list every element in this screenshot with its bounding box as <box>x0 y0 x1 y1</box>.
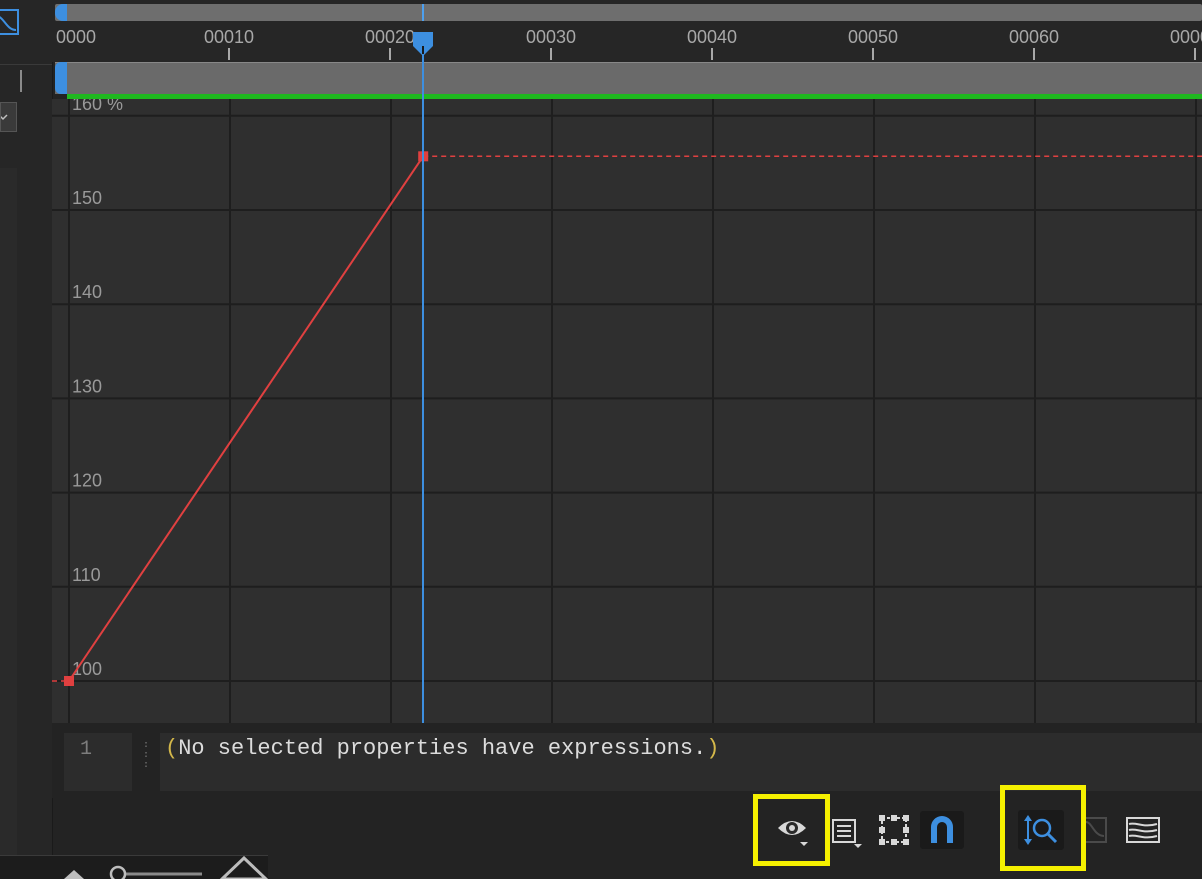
ruler-tick <box>711 48 713 60</box>
y-axis-label: 130 <box>72 376 102 396</box>
ruler-label: 00040 <box>686 27 738 47</box>
graph-grid <box>52 99 1202 723</box>
time-navigator-start-handle[interactable] <box>55 4 67 21</box>
y-axis-label: 110 <box>72 565 101 585</box>
ruler-tick <box>1194 48 1196 60</box>
snap-button[interactable] <box>917 806 967 854</box>
expression-message: (No selected properties have expressions… <box>165 736 720 761</box>
ruler-tick <box>1033 48 1035 60</box>
chevron-down-icon <box>0 114 8 121</box>
graph-editor-toggle-icon[interactable] <box>0 8 20 36</box>
fit-all-icon <box>1126 817 1160 843</box>
zoom-in-icon <box>219 856 268 879</box>
work-area-start-handle[interactable] <box>55 62 67 94</box>
ruler-label: 00050 <box>847 27 899 47</box>
y-axis-label: 120 <box>72 471 102 491</box>
property-list <box>0 168 17 855</box>
ruler-label: 00030 <box>525 27 577 47</box>
left-panel-splitter[interactable] <box>20 70 22 92</box>
left-panel-divider <box>0 64 52 65</box>
ruler-label: 00020 <box>364 27 416 47</box>
work-area-bar[interactable] <box>55 62 1202 94</box>
expression-fold-dots: ::: <box>143 739 150 770</box>
bottom-zoom-bar <box>0 855 268 879</box>
transform-box-icon <box>879 815 909 845</box>
ruler-tick <box>872 48 874 60</box>
highlight-show-properties <box>753 794 830 866</box>
expression-message-text: No selected properties have expressions. <box>178 736 707 761</box>
ruler-tick <box>389 48 391 60</box>
expression-gutter <box>64 733 132 791</box>
ruler-label: 0000 <box>55 27 97 47</box>
fit-all-button[interactable] <box>1118 806 1168 854</box>
expression-line-number: 1 <box>80 738 93 761</box>
ruler-tick <box>228 48 230 60</box>
magnet-icon <box>920 811 964 849</box>
property-dropdown[interactable] <box>0 102 17 132</box>
ruler-label: 00060 <box>1008 27 1060 47</box>
ruler-label: 00010 <box>203 27 255 47</box>
transform-box-button[interactable] <box>868 806 918 854</box>
y-axis-label: 150 <box>72 188 102 208</box>
keyframe[interactable] <box>418 151 429 162</box>
y-axis-label: 160 % <box>72 99 123 114</box>
y-axis-label: 140 <box>72 282 102 302</box>
ruler-label: 0000 <box>1169 27 1202 47</box>
keyframe[interactable] <box>64 676 74 686</box>
ruler-tick <box>550 48 552 60</box>
expression-open-paren: ( <box>165 736 179 761</box>
value-curve-segment <box>68 155 425 682</box>
highlight-auto-zoom <box>1000 785 1086 871</box>
time-navigator-playhead-marker <box>422 4 424 21</box>
time-navigator[interactable] <box>55 4 1202 21</box>
graph-area[interactable]: 160 % 150 140 130 120 110 100 <box>52 99 1202 723</box>
expression-close-paren: ) <box>706 736 720 761</box>
zoom-slider-thumb <box>109 865 127 879</box>
